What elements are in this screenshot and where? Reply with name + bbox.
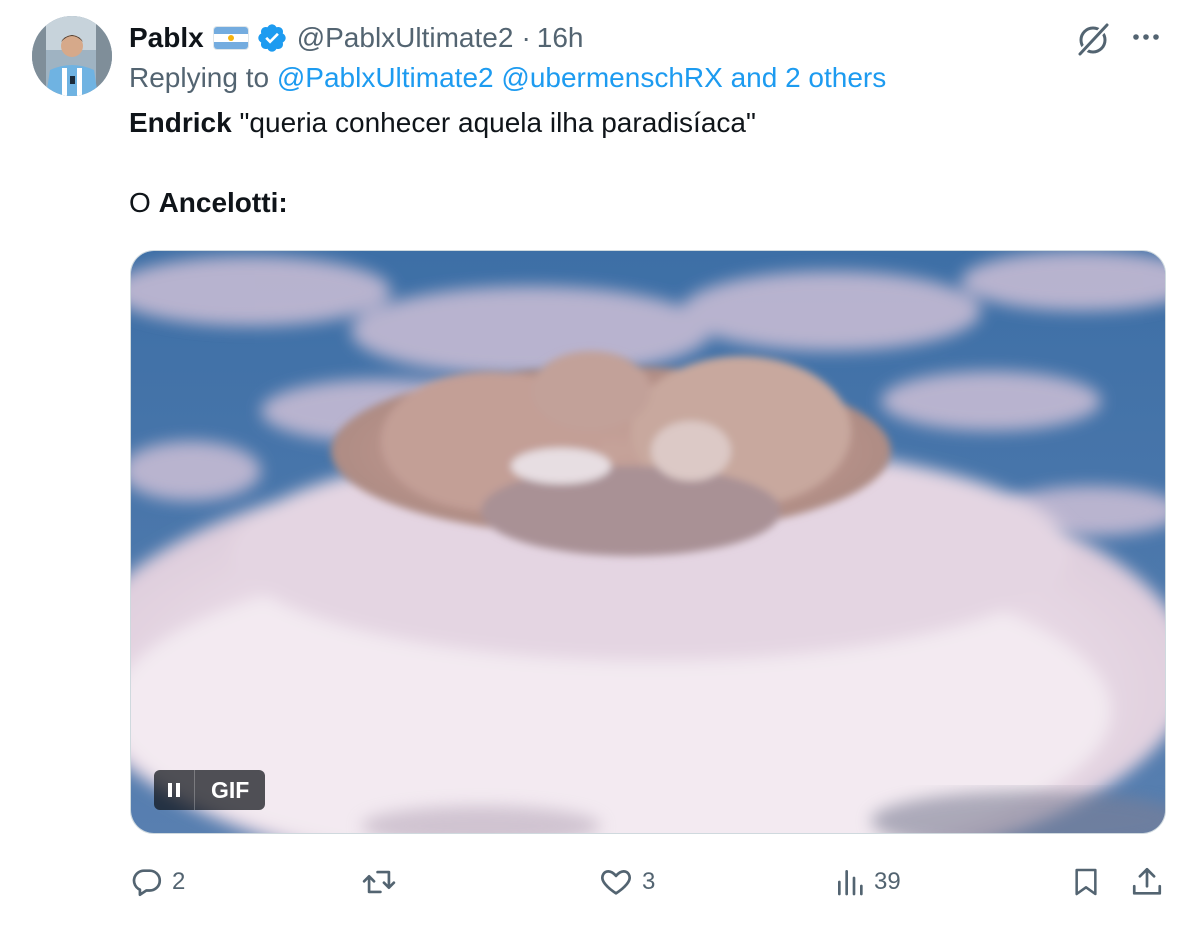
gif-badge: GIF xyxy=(211,776,250,803)
like-count: 3 xyxy=(642,868,656,895)
pause-button[interactable] xyxy=(154,770,195,810)
retweet-icon xyxy=(362,870,396,894)
like-button[interactable]: 3 xyxy=(598,858,655,906)
bookmark-icon xyxy=(1075,868,1097,896)
views-count: 39 xyxy=(874,868,901,895)
reply-count: 2 xyxy=(172,868,186,895)
tweet-media-gif[interactable] xyxy=(130,250,1166,834)
avatar-image xyxy=(32,16,112,96)
tweet-action-bar: 2 3 39 xyxy=(130,858,1170,906)
avatar[interactable] xyxy=(32,16,112,96)
explosion-cloud-image xyxy=(131,251,1165,833)
tweet-quote-text: "queria conhecer aquela ilha paradisíaca… xyxy=(231,107,756,138)
tweet-text-line: Endrick "queria conhecer aquela ilha par… xyxy=(129,107,756,139)
gif-controls: GIF xyxy=(154,770,266,810)
mention-link[interactable]: @ubermenschRX xyxy=(501,62,722,93)
reply-icon xyxy=(132,869,162,897)
share-icon xyxy=(1132,867,1162,895)
more-options-icon[interactable] xyxy=(1128,23,1164,51)
author-display-name[interactable]: Pablx xyxy=(129,22,204,54)
retweet-button[interactable] xyxy=(360,858,406,906)
share-button[interactable] xyxy=(1130,858,1164,906)
verified-badge-icon[interactable] xyxy=(256,22,288,54)
replying-to-line: Replying to @PablxUltimate2 @ubermenschR… xyxy=(129,62,886,100)
and-others-link[interactable]: and 2 others xyxy=(731,62,887,93)
pause-icon xyxy=(168,783,180,797)
heart-icon xyxy=(601,870,631,895)
tweet-text-line: O Ancelotti: xyxy=(129,187,288,219)
tweet-timestamp[interactable]: 16h xyxy=(537,22,584,54)
author-handle[interactable]: @PablxUltimate2 xyxy=(297,22,514,54)
argentina-flag-icon xyxy=(213,27,248,49)
grok-icon[interactable] xyxy=(1074,20,1112,58)
tweet-header: Pablx @PablxUltimate2 · 16h xyxy=(129,18,583,58)
views-button[interactable]: 39 xyxy=(834,858,901,906)
replying-to-prefix: Replying to xyxy=(129,62,270,93)
separator-dot: · xyxy=(521,22,531,53)
bookmark-button[interactable] xyxy=(1070,858,1102,906)
tweet-bold-text: Endrick xyxy=(129,107,232,138)
tweet-text-prefix: O xyxy=(129,187,159,218)
views-chart-icon xyxy=(838,870,863,896)
reply-button[interactable]: 2 xyxy=(130,858,185,906)
mention-link[interactable]: @PablxUltimate2 xyxy=(277,62,494,93)
tweet-bold-text: Ancelotti: xyxy=(158,187,288,218)
